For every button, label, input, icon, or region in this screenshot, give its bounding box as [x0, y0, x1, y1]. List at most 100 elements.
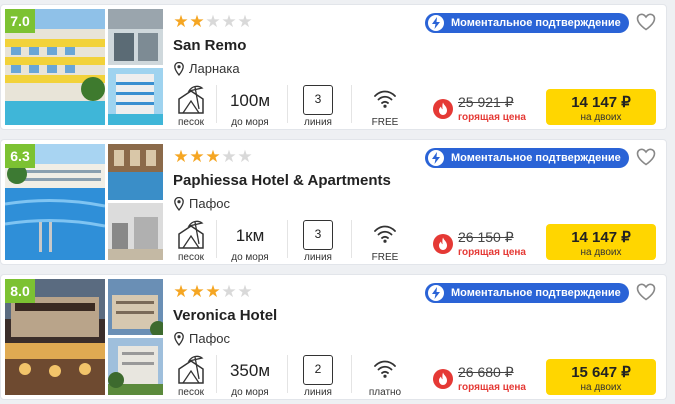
hotel-photo-thumb[interactable]	[108, 68, 163, 125]
price-note: на двоих	[580, 382, 622, 393]
pin-icon	[174, 331, 184, 346]
wifi-label: FREE	[371, 252, 399, 263]
divider	[216, 355, 217, 393]
divider	[287, 355, 288, 393]
instant-confirmation-badge: Моментальное подтверждение	[425, 148, 629, 168]
price-button[interactable]: 15 647 ₽ на двоих	[546, 359, 656, 395]
hotel-photo-thumb[interactable]	[108, 144, 163, 200]
price-button[interactable]: 14 147 ₽ на двоих	[546, 89, 656, 125]
hotel-photos[interactable]: 8.0	[5, 279, 163, 395]
line-feature: 3 линия	[296, 83, 340, 129]
star-icon: ★	[173, 282, 189, 301]
divider	[351, 85, 352, 123]
hotel-photos[interactable]: 6.3	[5, 144, 163, 260]
rating-badge: 8.0	[5, 279, 35, 303]
distance-label: до моря	[231, 117, 269, 128]
hotel-card[interactable]: 6.3 ★★★★★ Paphiessa Hotel & Apartments П…	[0, 139, 667, 265]
distance-label: до моря	[231, 387, 269, 398]
hotel-card[interactable]: 7.0 ★★★★★ San Remo Ларнака Моментальное …	[0, 4, 667, 130]
pin-icon	[174, 196, 184, 211]
star-icon: ★	[221, 282, 237, 301]
star-icon: ★	[237, 12, 253, 31]
hot-price-label: горящая цена	[458, 247, 526, 258]
star-icon: ★	[237, 147, 253, 166]
distance-value: 100м	[229, 91, 271, 110]
price-note: на двоих	[580, 247, 622, 258]
wifi-icon	[374, 90, 396, 108]
star-icon: ★	[221, 147, 237, 166]
price-button[interactable]: 14 147 ₽ на двоих	[546, 224, 656, 260]
star-rating: ★★★★★	[173, 148, 253, 166]
badge-label: Моментальное подтверждение	[451, 152, 621, 164]
distance-feature: 350м до моря	[223, 353, 277, 399]
distance-label: до моря	[231, 252, 269, 263]
rating-badge: 6.3	[5, 144, 35, 168]
lightning-icon	[428, 150, 444, 166]
old-price: 26 680 ₽	[458, 364, 514, 380]
beach-icon	[178, 85, 204, 114]
hotel-list: 7.0 ★★★★★ San Remo Ларнака Моментальное …	[0, 0, 675, 404]
price-value: 14 147 ₽	[571, 94, 631, 111]
star-icon: ★	[189, 12, 205, 31]
line-label: линия	[304, 252, 332, 263]
hotel-name[interactable]: Paphiessa Hotel & Apartments	[173, 172, 391, 189]
distance-value: 350м	[229, 361, 271, 380]
lightning-icon	[428, 15, 444, 31]
star-icon: ★	[205, 147, 221, 166]
hotel-name[interactable]: San Remo	[173, 37, 246, 54]
line-label: линия	[304, 387, 332, 398]
hotel-photo-thumb[interactable]	[108, 9, 163, 65]
hotel-photos[interactable]: 7.0	[5, 9, 163, 125]
star-icon: ★	[189, 147, 205, 166]
heart-icon[interactable]	[636, 148, 656, 166]
star-icon: ★	[205, 282, 221, 301]
beach-feature: песок	[173, 218, 209, 264]
fire-icon	[433, 99, 453, 119]
beach-feature: песок	[173, 83, 209, 129]
wifi-icon	[374, 360, 396, 378]
old-price: 26 150 ₽	[458, 229, 514, 245]
beach-label: песок	[177, 117, 205, 128]
beach-icon	[178, 220, 204, 249]
star-icon: ★	[173, 147, 189, 166]
hotel-photo-thumb[interactable]	[108, 338, 163, 395]
line-value: 3	[303, 85, 333, 115]
distance-value: 1км	[235, 226, 265, 245]
heart-icon[interactable]	[636, 283, 656, 301]
price-value: 15 647 ₽	[571, 364, 631, 381]
divider	[351, 355, 352, 393]
beach-label: песок	[177, 387, 205, 398]
hotel-name[interactable]: Veronica Hotel	[173, 307, 277, 324]
heart-icon[interactable]	[636, 13, 656, 31]
line-value: 3	[303, 220, 333, 250]
hot-price-label: горящая цена	[458, 112, 526, 123]
rating-badge: 7.0	[5, 9, 35, 33]
wifi-icon	[374, 225, 396, 243]
star-icon: ★	[173, 12, 189, 31]
price-value: 14 147 ₽	[571, 229, 631, 246]
line-value: 2	[303, 355, 333, 385]
line-feature: 2 линия	[296, 353, 340, 399]
hotel-location: Пафос	[174, 196, 230, 211]
instant-confirmation-badge: Моментальное подтверждение	[425, 13, 629, 33]
divider	[287, 220, 288, 258]
distance-feature: 100м до моря	[223, 83, 277, 129]
divider	[287, 85, 288, 123]
distance-feature: 1км до моря	[223, 218, 277, 264]
star-icon: ★	[237, 282, 253, 301]
price-note: на двоих	[580, 112, 622, 123]
star-icon: ★	[221, 12, 237, 31]
fire-icon	[433, 369, 453, 389]
hotel-photo-thumb[interactable]	[108, 279, 163, 335]
hotel-photo-thumb[interactable]	[108, 203, 163, 260]
lightning-icon	[428, 285, 444, 301]
hotel-card[interactable]: 8.0 ★★★★★ Veronica Hotel Пафос Моменталь…	[0, 274, 667, 400]
line-label: линия	[304, 117, 332, 128]
pin-icon	[174, 61, 184, 76]
divider	[351, 220, 352, 258]
old-price: 25 921 ₽	[458, 94, 514, 110]
line-feature: 3 линия	[296, 218, 340, 264]
wifi-label: платно	[368, 387, 402, 398]
hot-price-label: горящая цена	[458, 382, 526, 393]
fire-icon	[433, 234, 453, 254]
